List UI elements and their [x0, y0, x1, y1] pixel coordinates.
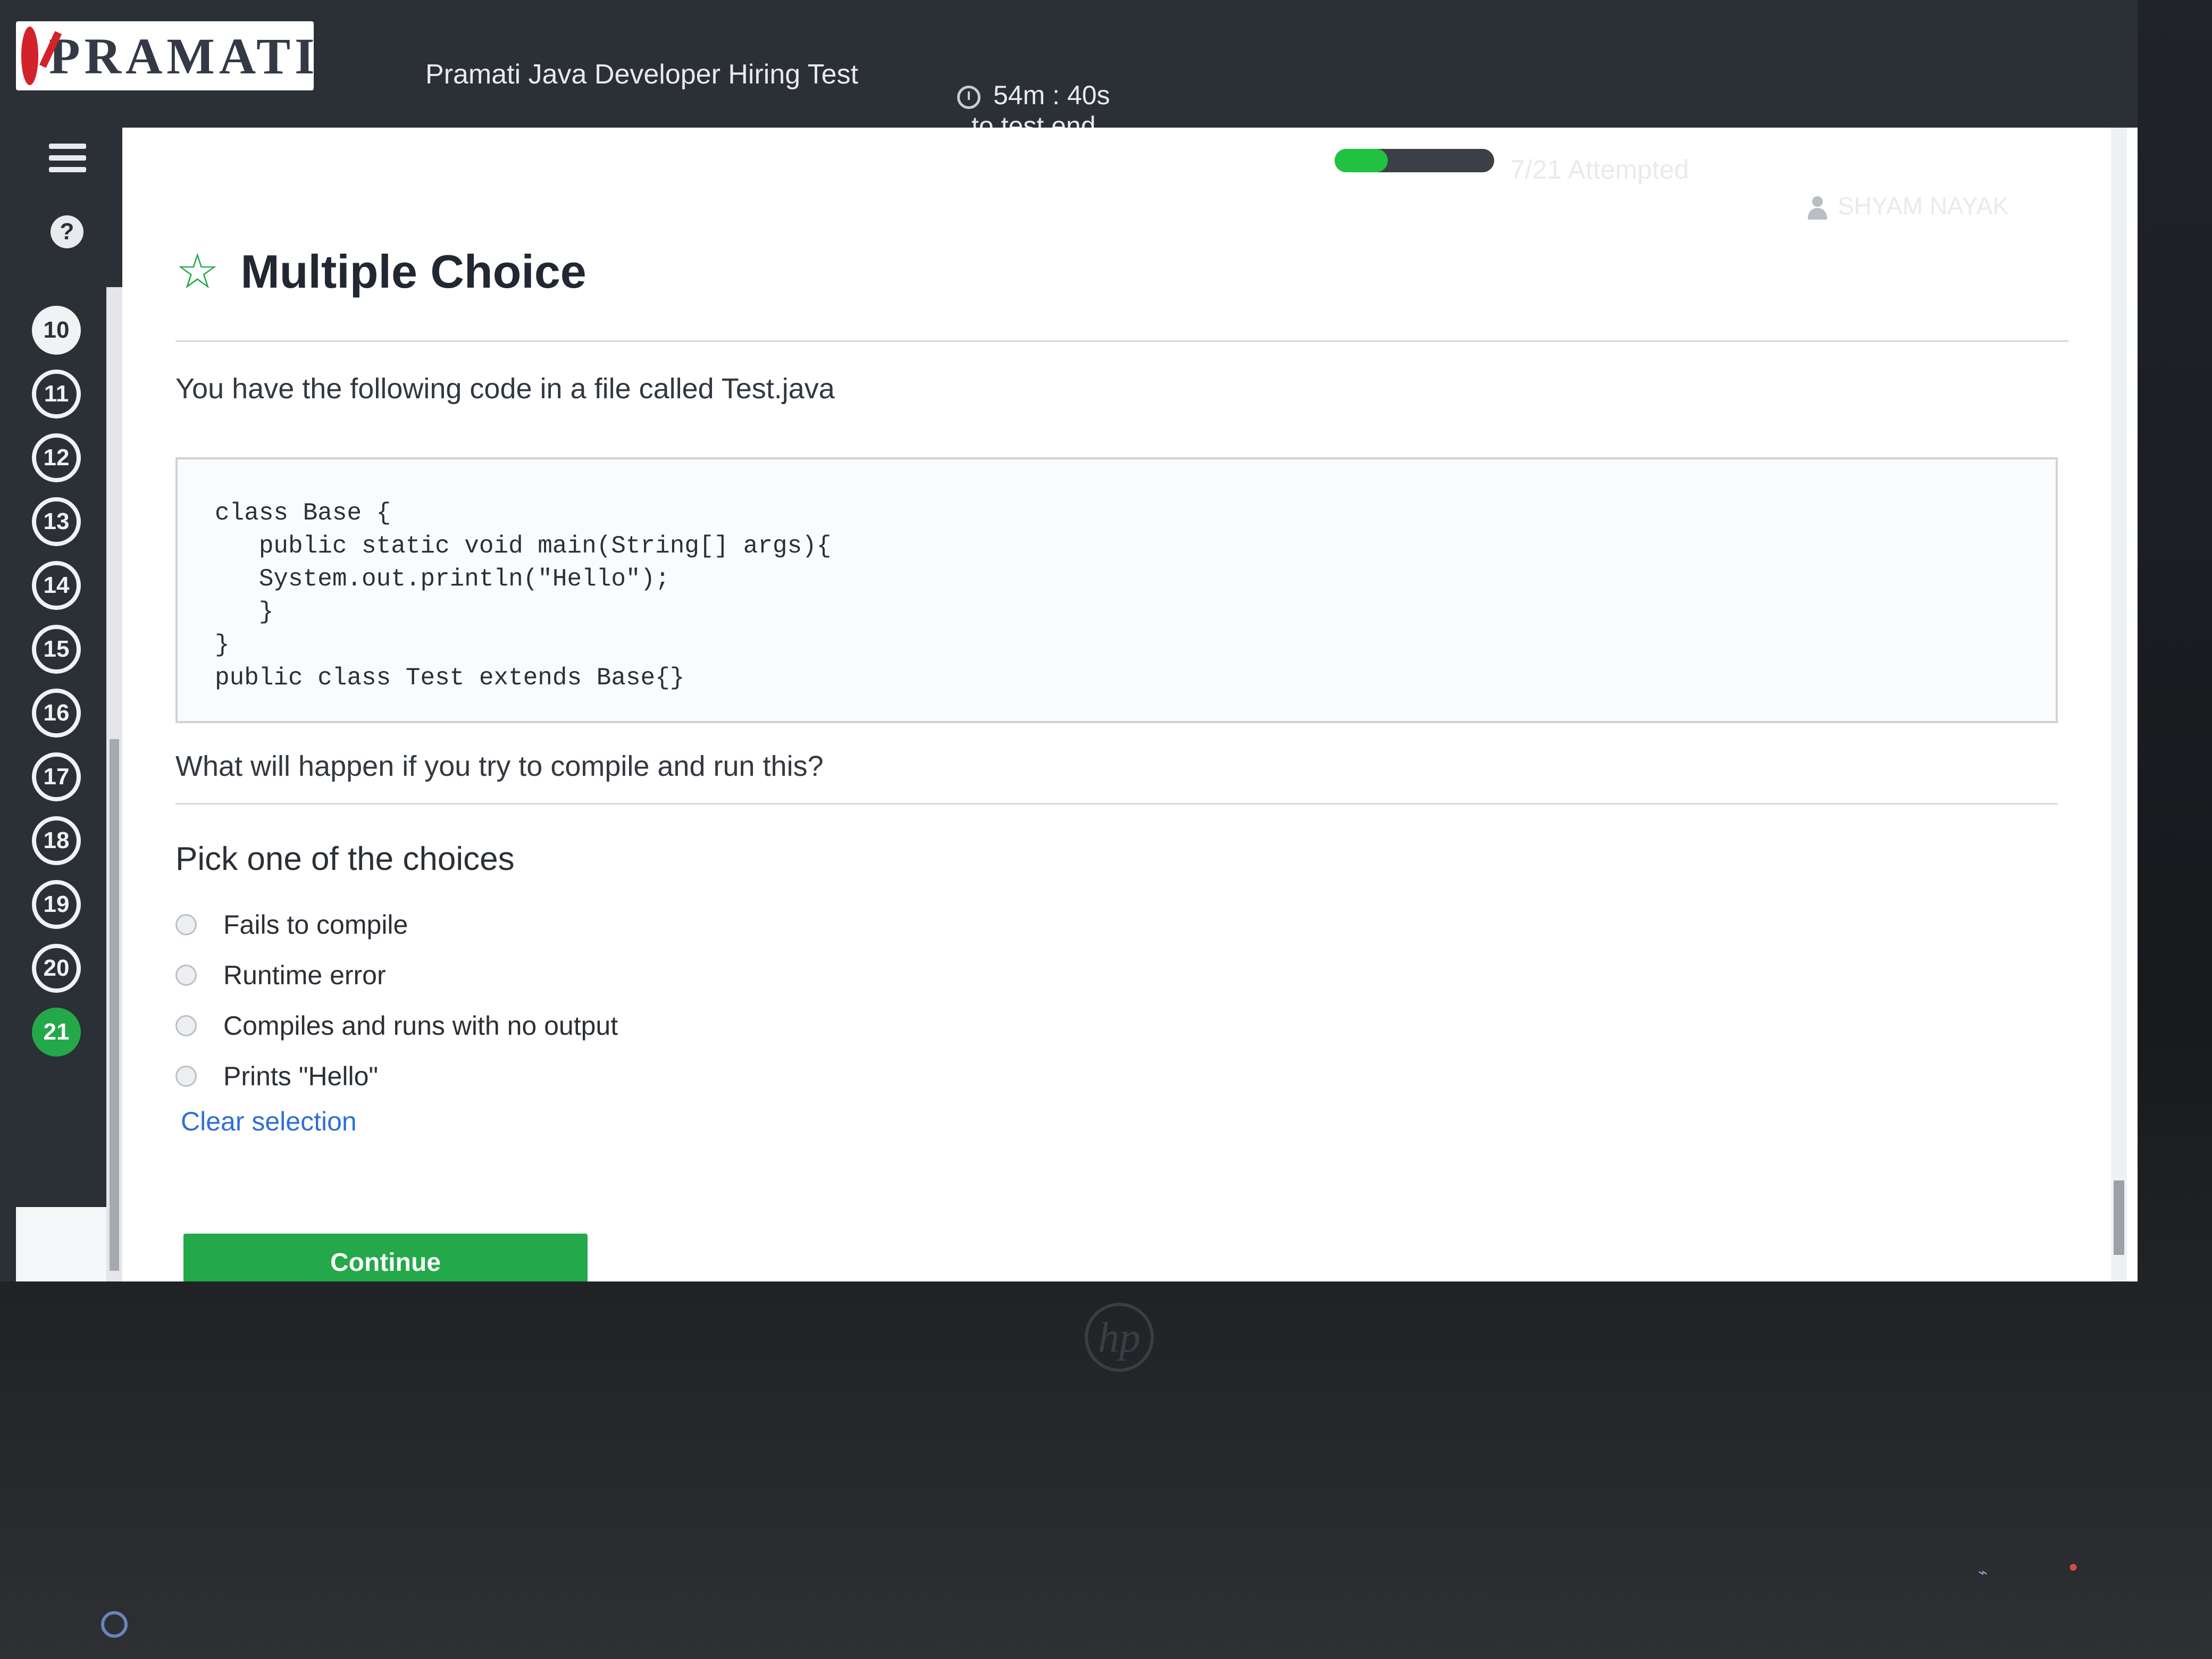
question-nav-16[interactable]: 16: [32, 689, 81, 738]
divider: [175, 803, 2058, 805]
test-title: Pramati Java Developer Hiring Test: [425, 59, 859, 90]
menu-list-icon[interactable]: [49, 144, 86, 175]
choice-option[interactable]: Compiles and runs with no output: [175, 1010, 618, 1041]
question-sidebar: ? 10 11 12 13 14 15 16 17 18 19 20 21: [0, 128, 122, 1281]
clear-selection-link[interactable]: Clear selection: [181, 1106, 357, 1137]
continue-button[interactable]: Continue: [183, 1234, 588, 1281]
question-nav-11[interactable]: 11: [32, 370, 81, 418]
radio-button[interactable]: [175, 1015, 197, 1036]
sidebar-scrollbar[interactable]: [106, 287, 122, 1281]
logo-text: PRAMATI: [49, 27, 319, 85]
question-nav-19[interactable]: 19: [32, 880, 81, 929]
question-nav-13[interactable]: 13: [32, 497, 81, 546]
clock-icon: [957, 85, 981, 109]
progress-fill: [1335, 149, 1388, 172]
code-block: class Base { public static void main(Str…: [175, 457, 2058, 723]
wireless-led-icon: ⌁: [1978, 1564, 1988, 1581]
top-header: PRAMATI Pramati Java Developer Hiring Te…: [0, 0, 2138, 141]
help-icon[interactable]: ?: [51, 215, 83, 248]
question-content: ☆ Multiple Choice You have the following…: [138, 128, 2127, 1281]
pick-label: Pick one of the choices: [175, 841, 515, 877]
choice-label: Compiles and runs with no output: [223, 1011, 618, 1041]
timer-value: 54m : 40s: [993, 80, 1110, 110]
star-icon[interactable]: ☆: [175, 247, 219, 296]
section-header: ☆ Multiple Choice: [175, 245, 586, 299]
divider: [175, 340, 2068, 342]
code-text: class Base { public static void main(Str…: [215, 499, 832, 692]
attempted-count: 7/21 Attempted: [1510, 155, 1689, 185]
question-nav-12[interactable]: 12: [32, 433, 81, 482]
choice-option[interactable]: Fails to compile: [175, 909, 408, 940]
choice-option[interactable]: Runtime error: [175, 960, 386, 991]
user-menu[interactable]: SHYAM NAYAK: [1808, 191, 2009, 220]
mute-led-icon: ●: [2068, 1558, 2079, 1576]
question-text: What will happen if you try to compile a…: [175, 750, 824, 782]
radio-button[interactable]: [175, 1066, 197, 1087]
app-screen: PRAMATI Pramati Java Developer Hiring Te…: [0, 0, 2138, 1281]
question-nav-17[interactable]: 17: [32, 752, 81, 801]
sidebar-scroll-thumb[interactable]: [110, 739, 119, 1271]
section-title: Multiple Choice: [240, 245, 586, 298]
progress-bar: [1335, 149, 1494, 172]
radio-button[interactable]: [175, 965, 197, 986]
question-nav-20[interactable]: 20: [32, 944, 81, 993]
pramati-logo: PRAMATI: [16, 21, 315, 90]
choice-label: Fails to compile: [223, 910, 408, 940]
question-nav-14[interactable]: 14: [32, 561, 81, 610]
question-nav-10[interactable]: 10: [32, 306, 81, 355]
radio-button[interactable]: [175, 914, 197, 935]
user-icon: [1808, 196, 1827, 220]
logo-mark-icon: [21, 27, 38, 85]
question-nav-18[interactable]: 18: [32, 816, 81, 865]
choice-label: Runtime error: [223, 960, 386, 990]
user-name: SHYAM NAYAK: [1838, 192, 2009, 220]
choice-label: Prints "Hello": [223, 1061, 379, 1091]
content-scrollbar[interactable]: [2111, 128, 2127, 1281]
question-nav-21[interactable]: 21: [32, 1008, 81, 1057]
power-icon: [101, 1611, 128, 1638]
choice-option[interactable]: Prints "Hello": [175, 1061, 378, 1092]
hp-logo: hp: [1085, 1303, 1154, 1372]
question-prompt: You have the following code in a file ca…: [175, 373, 835, 405]
question-nav-15[interactable]: 15: [32, 625, 81, 674]
content-scroll-thumb[interactable]: [2114, 1180, 2124, 1255]
